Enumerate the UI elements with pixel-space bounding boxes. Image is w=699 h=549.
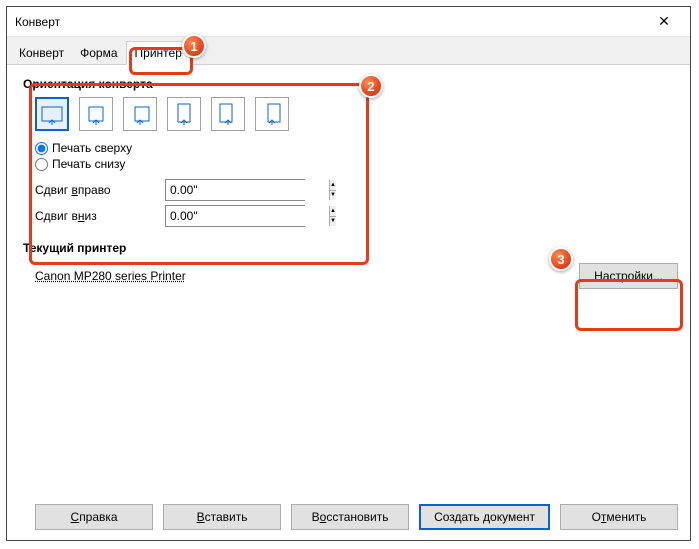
orientation-icon-1[interactable] [35, 97, 69, 131]
help-button[interactable]: Справка [35, 504, 153, 530]
window-title: Конверт [15, 15, 646, 29]
close-icon[interactable]: ✕ [646, 13, 682, 30]
create-document-button[interactable]: Создать документ [419, 504, 550, 530]
shift-down-down-icon[interactable]: ▼ [330, 217, 336, 227]
shift-right-up-icon[interactable]: ▲ [330, 180, 336, 191]
titlebar: Конверт ✕ [7, 7, 690, 37]
shift-down-label: Сдвиг вниз [35, 209, 165, 223]
radio-print-bottom-label: Печать снизу [52, 157, 125, 171]
current-printer-title: Текущий принтер [23, 241, 678, 255]
dialog-window: Конверт ✕ Конверт Форма Принтер Ориентац… [6, 6, 691, 541]
orientation-icon-5[interactable] [211, 97, 245, 131]
print-position-radios: Печать сверху Печать снизу [35, 141, 678, 171]
orientation-icon-2[interactable] [79, 97, 113, 131]
insert-button[interactable]: Вставить [163, 504, 281, 530]
tab-format[interactable]: Форма [72, 42, 125, 64]
shift-down-input[interactable] [166, 206, 329, 226]
shift-right-input[interactable] [166, 180, 329, 200]
tab-content: Ориентация конверта П [7, 65, 690, 297]
orientation-icon-3[interactable] [123, 97, 157, 131]
shift-right-down-icon[interactable]: ▼ [330, 191, 336, 201]
cancel-button[interactable]: Отменить [560, 504, 678, 530]
printer-name: Canon MP280 series Printer [35, 269, 579, 283]
tab-printer[interactable]: Принтер [126, 41, 191, 65]
shift-down-spinner[interactable]: ▲ ▼ [165, 205, 305, 227]
orientation-icons [35, 97, 678, 131]
orientation-icon-4[interactable] [167, 97, 201, 131]
tab-envelope[interactable]: Конверт [11, 42, 72, 64]
radio-print-top[interactable] [35, 142, 48, 155]
printer-row: Canon MP280 series Printer Настройки... [35, 263, 678, 289]
shift-right-label: Сдвиг вправо [35, 183, 165, 197]
tab-bar: Конверт Форма Принтер [7, 37, 690, 65]
shift-right-spinner[interactable]: ▲ ▼ [165, 179, 305, 201]
radio-print-bottom[interactable] [35, 158, 48, 171]
shift-fields: Сдвиг вправо ▲ ▼ Сдвиг вниз ▲ ▼ [35, 179, 678, 227]
orientation-group-title: Ориентация конверта [23, 77, 678, 91]
shift-down-up-icon[interactable]: ▲ [330, 206, 336, 217]
restore-button[interactable]: Восстановить [291, 504, 409, 530]
printer-settings-button[interactable]: Настройки... [579, 263, 678, 289]
radio-print-top-label: Печать сверху [52, 141, 132, 155]
orientation-icon-6[interactable] [255, 97, 289, 131]
dialog-footer: Справка Вставить Восстановить Создать до… [19, 504, 678, 530]
